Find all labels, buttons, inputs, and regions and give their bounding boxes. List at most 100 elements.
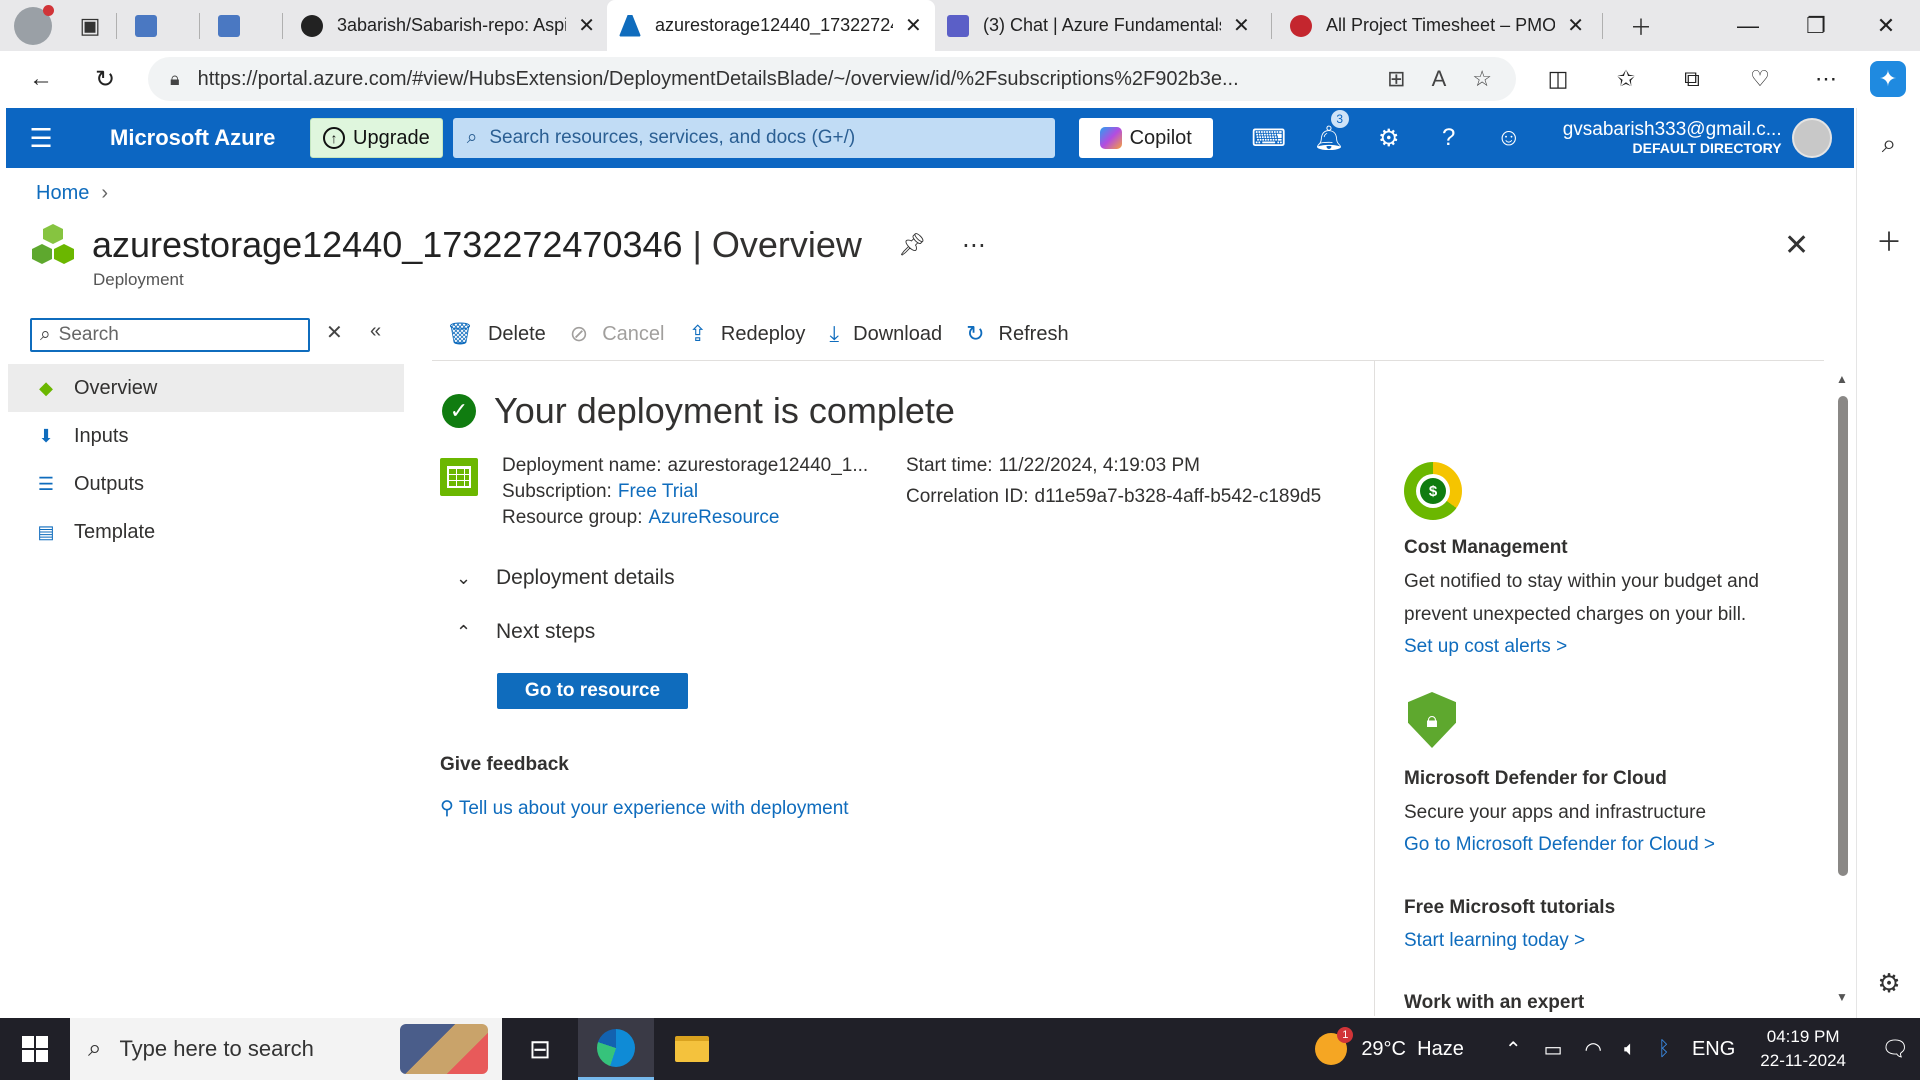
sidebar-search-icon[interactable]: ⌕ — [1857, 128, 1920, 160]
weather-widget[interactable]: 1 29°C Haze — [1315, 1027, 1464, 1065]
close-blade-icon[interactable]: ✕ — [1784, 228, 1809, 263]
collapse-menu-icon[interactable]: « — [370, 320, 381, 343]
nav-item-overview[interactable]: ◆ Overview — [8, 364, 404, 412]
feedback-icon[interactable]: ☺ — [1479, 124, 1539, 152]
nav-item-template[interactable]: ▤ Template — [8, 508, 404, 556]
expert-title: Work with an expert — [1404, 992, 1585, 1013]
browser-tab[interactable]: 3abarish/Sabarish-repo: Aspir ✕ — [289, 0, 607, 51]
language-indicator[interactable]: ENG — [1692, 1038, 1735, 1061]
battery-icon[interactable]: ▭ — [1544, 1037, 1563, 1062]
notifications-bell-icon[interactable]: 🔔︎ 3 — [1299, 109, 1359, 153]
refresh-button[interactable]: ↻ Refresh — [966, 321, 1068, 347]
browser-tab[interactable] — [123, 0, 193, 51]
menu-search-input[interactable]: ⌕ Search — [30, 318, 310, 352]
collections-icon[interactable]: ⧉ — [1674, 61, 1710, 97]
nav-item-inputs[interactable]: ⬇ Inputs — [8, 412, 404, 460]
breadcrumb-home[interactable]: Home — [36, 182, 89, 204]
minimize-icon[interactable]: — — [1718, 0, 1778, 51]
tab-actions-icon[interactable]: ▣ — [70, 6, 110, 46]
scroll-up-icon[interactable]: ▲ — [1836, 372, 1848, 386]
scroll-down-icon[interactable]: ▼ — [1836, 990, 1848, 1004]
browser-tab[interactable]: All Project Timesheet – PMO ✕ — [1278, 0, 1596, 51]
redeploy-button[interactable]: ⇪ Redeploy — [688, 321, 805, 347]
close-tab-icon[interactable]: ✕ — [1233, 13, 1250, 38]
go-to-resource-button[interactable]: Go to resource — [497, 673, 688, 709]
upgrade-button[interactable]: ↑ Upgrade — [310, 118, 443, 158]
outlook-icon — [218, 14, 240, 37]
more-menu-icon[interactable]: ⋯ — [1808, 61, 1844, 97]
bluetooth-icon[interactable]: ᛒ — [1658, 1038, 1670, 1061]
favorites-icon[interactable]: ✩ — [1608, 61, 1644, 97]
app-available-icon[interactable]: ⊞ — [1387, 66, 1405, 92]
task-view-icon[interactable]: ⊟ — [502, 1018, 578, 1080]
portal-menu-icon[interactable]: ☰ — [6, 123, 76, 154]
delete-button[interactable]: 🗑︎ Delete — [446, 321, 546, 347]
avatar[interactable] — [1791, 118, 1832, 158]
browser-tab[interactable] — [206, 0, 276, 51]
action-center-icon[interactable]: 🗨︎ — [1870, 1036, 1920, 1062]
refresh-label: Refresh — [998, 322, 1069, 345]
copilot-icon — [1099, 127, 1122, 149]
close-tab-icon[interactable]: ✕ — [1567, 13, 1584, 38]
settings-gear-icon[interactable]: ⚙ — [1359, 124, 1419, 153]
folder-icon — [675, 1036, 709, 1062]
show-hidden-icons-icon[interactable]: ⌃ — [1505, 1037, 1522, 1062]
deployment-details-toggle[interactable]: ⌄ Deployment details — [456, 566, 675, 590]
edge-taskbar-button[interactable] — [578, 1018, 654, 1080]
correlation-id-row: Correlation ID: d11e59a7-b328-4aff-b542-c… — [906, 486, 1338, 508]
command-bar: 🗑︎ Delete ⊘ Cancel ⇪ Redeploy ⤓ Download ↻ Re… — [446, 314, 1093, 354]
help-icon[interactable]: ? — [1419, 124, 1479, 152]
cloud-shell-icon[interactable]: ⌨ — [1239, 124, 1299, 153]
copilot-button[interactable]: Copilot — [1078, 118, 1213, 158]
tab-separator — [199, 12, 200, 39]
cost-title: Cost Management — [1404, 537, 1568, 558]
clock[interactable]: 04:19 PM 22-11-2024 — [1760, 1025, 1846, 1073]
defender-link[interactable]: Go to Microsoft Defender for Cloud > — [1404, 834, 1715, 856]
clock-date: 22-11-2024 — [1760, 1051, 1846, 1070]
close-window-icon[interactable]: ✕ — [1856, 0, 1916, 51]
url-text[interactable]: https://portal.azure.com/#view/HubsExten… — [198, 68, 1298, 91]
scrollbar-thumb[interactable] — [1838, 396, 1848, 876]
tutorials-link[interactable]: Start learning today > — [1404, 930, 1585, 952]
cost-alerts-link[interactable]: Set up cost alerts > — [1404, 636, 1567, 658]
refresh-page-icon[interactable]: ↻ — [82, 56, 128, 102]
azure-icon — [619, 14, 641, 37]
close-tab-icon[interactable]: ✕ — [905, 13, 922, 38]
nav-item-outputs[interactable]: ☰ Outputs — [8, 460, 404, 508]
taskbar-search[interactable]: ⌕ Type here to search — [70, 1018, 502, 1080]
file-explorer-taskbar-button[interactable] — [654, 1018, 730, 1080]
subscription-link[interactable]: Free Trial — [618, 481, 698, 502]
brand-title[interactable]: Microsoft Azure — [110, 125, 310, 151]
global-search-input[interactable]: ⌕ Search resources, services, and docs (… — [452, 118, 1055, 158]
profile-avatar[interactable] — [14, 4, 54, 45]
back-icon[interactable]: ← — [18, 56, 64, 102]
copilot-sidebar-icon[interactable]: ✦ — [1870, 61, 1906, 97]
tab-separator — [116, 12, 117, 39]
browser-tab[interactable]: (3) Chat | Azure Fundamentals ✕ — [935, 0, 1265, 51]
cancel-button[interactable]: ⊘ Cancel — [570, 321, 665, 347]
browser-essentials-icon[interactable]: ♡ — [1742, 61, 1778, 97]
url-bar[interactable]: 🔒︎ https://portal.azure.com/#view/HubsEx… — [148, 57, 1516, 101]
browser-tab-strip: ▣ 3abarish/Sabarish-repo: Aspir ✕ azures… — [0, 0, 1920, 51]
new-tab-icon[interactable]: ＋ — [1621, 6, 1661, 46]
clear-search-icon[interactable]: ✕ — [326, 320, 343, 345]
next-steps-toggle[interactable]: ⌃ Next steps — [456, 620, 595, 644]
vertical-scrollbar[interactable]: ▲ ▼ — [1836, 372, 1848, 1006]
sidebar-add-icon[interactable]: ＋ — [1857, 222, 1920, 259]
download-button[interactable]: ⤓ Download — [829, 321, 942, 347]
feedback-link[interactable]: ⚲ Tell us about your experience with dep… — [440, 797, 849, 820]
favorite-star-icon[interactable]: ☆ — [1472, 66, 1492, 92]
resource-group-link[interactable]: AzureResource — [648, 507, 779, 528]
split-screen-icon[interactable]: ◫ — [1540, 61, 1576, 97]
maximize-icon[interactable]: ❐ — [1786, 0, 1846, 51]
account-info[interactable]: gvsabarish333@gmail.c... DEFAULT DIRECTO… — [1563, 119, 1782, 156]
read-aloud-icon[interactable]: A — [1432, 66, 1447, 92]
sidebar-settings-icon[interactable]: ⚙ — [1857, 968, 1920, 999]
more-options-icon[interactable]: ⋯ — [962, 231, 986, 260]
volume-icon[interactable]: 🔈︎ — [1624, 1038, 1636, 1061]
browser-tab-active[interactable]: azurestorage12440_17322724 ✕ — [607, 0, 935, 51]
start-button[interactable] — [0, 1018, 70, 1080]
close-tab-icon[interactable]: ✕ — [578, 13, 595, 38]
wifi-icon[interactable]: ◠ — [1585, 1037, 1602, 1062]
pin-icon[interactable]: 📌︎ — [898, 232, 926, 258]
